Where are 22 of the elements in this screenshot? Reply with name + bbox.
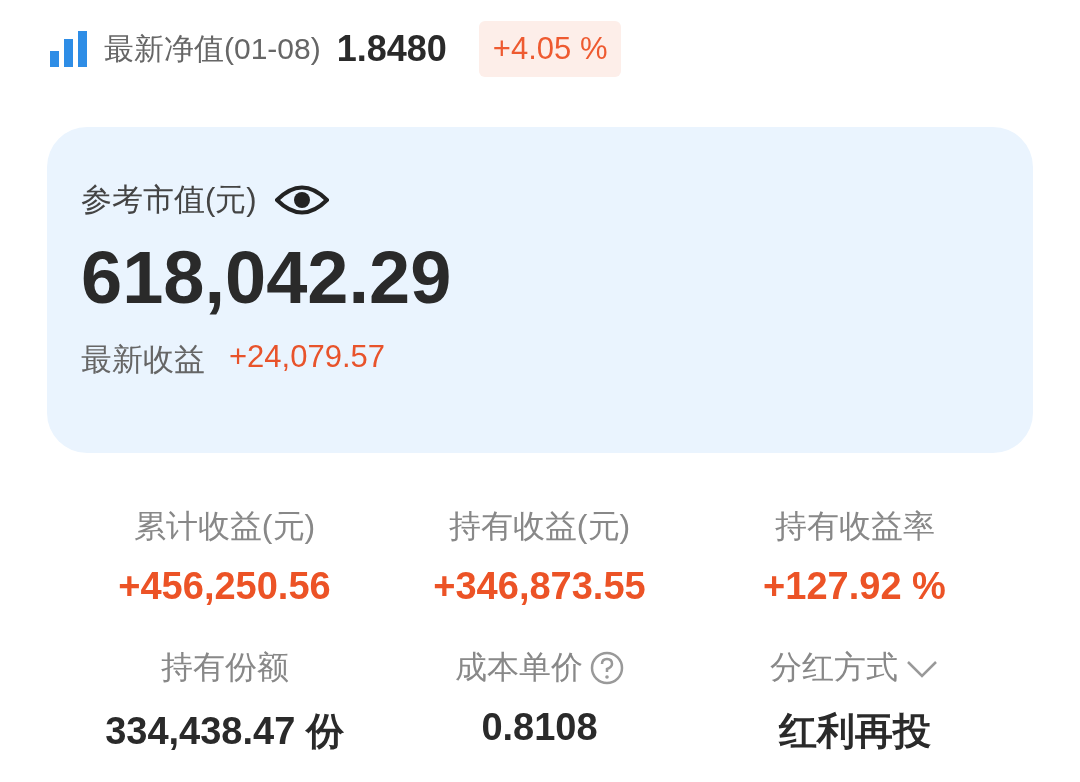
- market-value-label: 参考市值(元): [81, 181, 257, 219]
- stat-value: 红利再投: [778, 709, 931, 754]
- stat-value: 334,438.47 份: [105, 709, 344, 754]
- stat-label: 累计收益(元): [133, 507, 316, 546]
- stat-label: 分红方式: [769, 648, 898, 687]
- stat-label: 持有收益率: [774, 507, 935, 546]
- stat-value: +456,250.56: [118, 565, 331, 608]
- stat-value: +127.92 %: [763, 565, 946, 608]
- stat-label: 成本单价: [454, 648, 583, 687]
- latest-profit-value: +24,079.57: [229, 339, 385, 376]
- nav-value: 1.8480: [336, 28, 447, 70]
- bar-chart-icon: [50, 31, 88, 67]
- change-badge: +4.05 %: [478, 21, 622, 77]
- stat-value: +346,873.55: [433, 565, 646, 608]
- help-icon[interactable]: [588, 650, 625, 686]
- market-value-amount: 618,042.29: [81, 235, 453, 321]
- stat-label: 持有份额: [160, 648, 289, 687]
- stat-value: 0.8108: [481, 706, 598, 749]
- latest-profit-label: 最新收益: [81, 341, 205, 379]
- eye-icon[interactable]: [274, 183, 329, 217]
- nav-label: 最新净值(01-08): [104, 30, 321, 67]
- stat-label: 持有收益(元): [448, 507, 631, 546]
